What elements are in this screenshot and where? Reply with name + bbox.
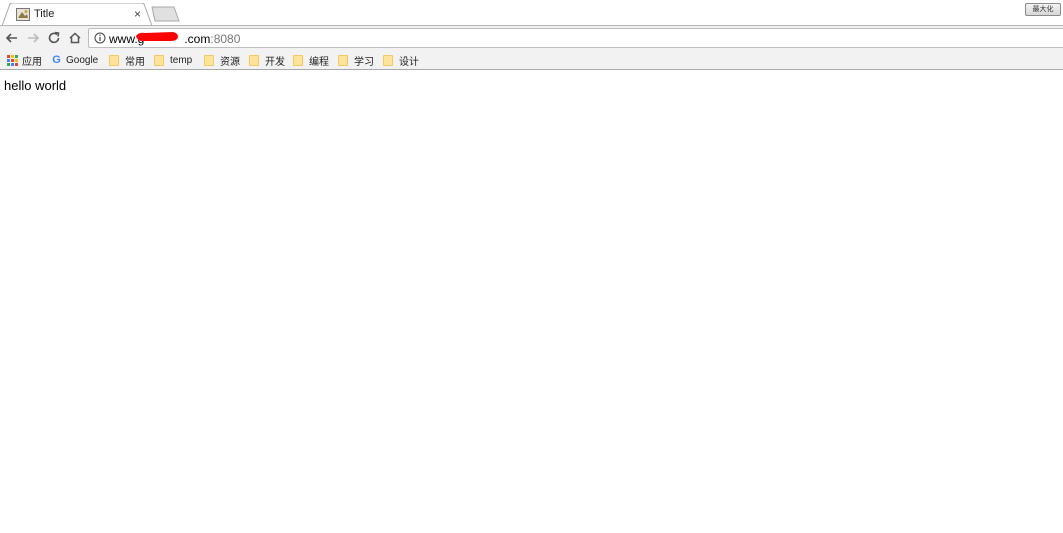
toolbar: www.g .com:8080 — [0, 26, 1063, 50]
bookmark-folder[interactable]: 学习 — [338, 53, 374, 68]
home-icon[interactable] — [67, 30, 83, 46]
bookmark-folder[interactable]: temp — [154, 53, 192, 67]
bookmark-label: 开发 — [265, 56, 285, 68]
redaction-mark — [136, 32, 178, 41]
tab-title-page[interactable]: Title × — [2, 3, 152, 26]
url-port: :8080 — [210, 32, 241, 46]
bookmark-folder[interactable]: 设计 — [383, 53, 419, 68]
bookmark-folder[interactable]: 常用 — [109, 53, 145, 68]
bookmarks-bar: 应用 G Google 常用 temp 资源 开发 编程 学习 设计 — [0, 50, 1063, 70]
tab-strip: Title × 最大化 — [0, 0, 1063, 26]
folder-icon — [154, 54, 164, 66]
back-arrow-icon[interactable] — [4, 30, 20, 46]
bookmark-google[interactable]: G Google — [51, 53, 98, 67]
page-content: hello world — [0, 71, 1063, 533]
bookmark-label: 编程 — [309, 56, 329, 68]
tab-close-icon[interactable]: × — [134, 7, 141, 21]
bookmark-label: 常用 — [125, 56, 145, 68]
folder-icon — [204, 54, 214, 66]
bookmark-apps[interactable]: 应用 — [7, 53, 42, 68]
apps-grid-icon — [7, 54, 18, 66]
address-bar[interactable]: www.g .com:8080 — [88, 28, 1063, 48]
bookmark-folder[interactable]: 开发 — [249, 53, 285, 68]
info-icon[interactable] — [94, 32, 106, 44]
url-host-suffix: .com — [184, 32, 211, 46]
folder-icon — [338, 54, 348, 66]
window-badge[interactable]: 最大化 — [1025, 3, 1061, 16]
folder-icon — [383, 54, 393, 66]
bookmark-folder[interactable]: 资源 — [204, 53, 240, 68]
google-icon: G — [52, 54, 61, 66]
folder-icon — [293, 54, 303, 66]
forward-arrow-icon[interactable] — [25, 30, 41, 46]
new-tab-button[interactable] — [151, 6, 181, 22]
bookmark-label: 学习 — [354, 56, 374, 68]
bookmark-label: 设计 — [399, 56, 419, 68]
reload-icon[interactable] — [46, 30, 62, 46]
bookmark-folder[interactable]: 编程 — [293, 53, 329, 68]
page-favicon-icon — [16, 8, 30, 21]
folder-icon — [109, 54, 119, 66]
folder-icon — [249, 54, 259, 66]
tab-title: Title — [34, 8, 55, 20]
page-body-text: hello world — [4, 78, 67, 93]
bookmark-label: 应用 — [22, 56, 42, 68]
bookmark-label: Google — [66, 54, 99, 66]
bookmark-label: 资源 — [220, 56, 240, 68]
bookmark-label: temp — [170, 54, 193, 66]
